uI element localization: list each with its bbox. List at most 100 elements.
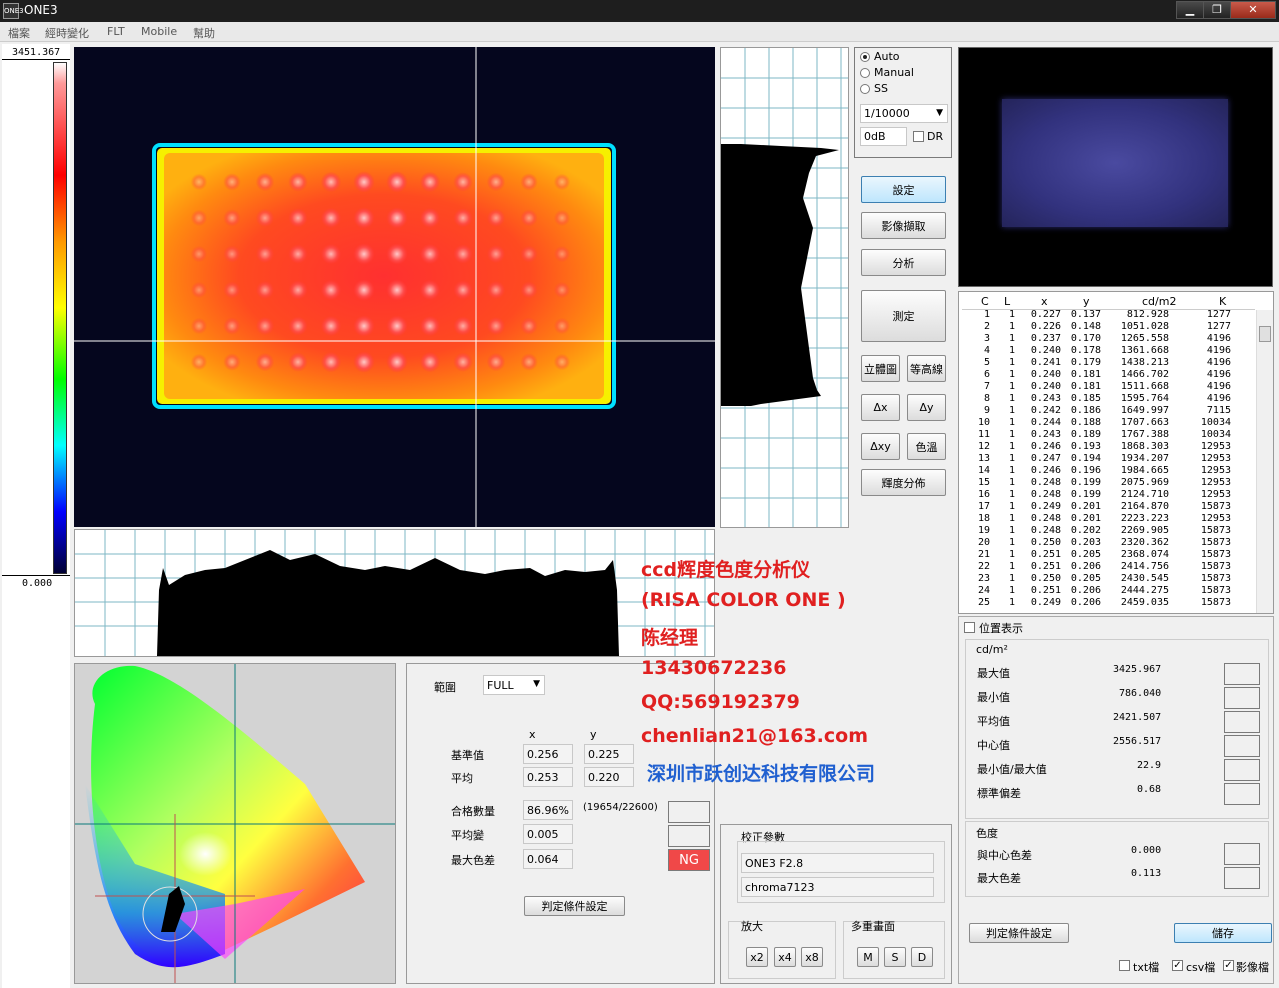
radio-auto[interactable] [860, 52, 870, 62]
preview-panel-image [1002, 99, 1228, 227]
overlay-contact-name: 陈经理 [641, 627, 699, 649]
table-row[interactable]: 22 1 0.251 0.206 2414.756 15873 [963, 561, 1256, 573]
stats-judge-settings-button[interactable]: 判定條件設定 [969, 923, 1069, 943]
analyze-button[interactable]: 分析 [861, 249, 946, 276]
capture-button[interactable]: 影像擷取 [861, 212, 946, 239]
table-row[interactable]: 4 1 0.240 0.178 1361.668 4196 [963, 345, 1256, 357]
table-row[interactable]: 25 1 0.249 0.206 2459.035 15873 [963, 597, 1256, 609]
gain-field[interactable]: 0dB [860, 127, 907, 146]
table-row[interactable]: 12 1 0.246 0.193 1868.303 12953 [963, 441, 1256, 453]
menu-file[interactable]: 檔案 [8, 25, 30, 41]
table-row[interactable]: 5 1 0.241 0.179 1438.213 4196 [963, 357, 1256, 369]
settings-button[interactable]: 設定 [861, 176, 946, 203]
stat-max-indicator [1224, 663, 1260, 685]
color-temp-button[interactable]: 色溫 [907, 433, 946, 460]
table-row[interactable]: 7 1 0.240 0.181 1511.668 4196 [963, 381, 1256, 393]
zoom-x8-button[interactable]: x8 [801, 947, 823, 967]
table-cell: 0.248 [1030, 489, 1061, 500]
table-row[interactable]: 19 1 0.248 0.202 2269.905 15873 [963, 525, 1256, 537]
table-cell: 12953 [1200, 477, 1231, 488]
multi-view-s-button[interactable]: S [884, 947, 906, 967]
cie-chromaticity-diagram[interactable] [74, 663, 396, 984]
table-row[interactable]: 8 1 0.243 0.185 1595.764 4196 [963, 393, 1256, 405]
table-cell: 0.185 [1070, 393, 1101, 404]
measure-button[interactable]: 測定 [861, 290, 946, 342]
menu-help[interactable]: 幫助 [193, 25, 215, 41]
col-y-label: y [590, 728, 597, 741]
table-row[interactable]: 2 1 0.226 0.148 1051.028 1277 [963, 321, 1256, 333]
range-select[interactable]: FULL ▼ [483, 675, 545, 695]
table-cell: 15873 [1200, 525, 1231, 536]
heatmap-svg [74, 47, 715, 527]
table-row[interactable]: 6 1 0.240 0.181 1466.702 4196 [963, 369, 1256, 381]
table-row[interactable]: 20 1 0.250 0.203 2320.362 15873 [963, 537, 1256, 549]
col-header-x: x [1041, 295, 1048, 308]
table-cell: 22 [977, 561, 990, 572]
radio-manual[interactable] [860, 68, 870, 78]
delta-x-button[interactable]: Δx [861, 394, 900, 421]
table-row[interactable]: 11 1 0.243 0.189 1767.388 10034 [963, 429, 1256, 441]
hotspot [353, 243, 375, 265]
zoom-x4-button[interactable]: x4 [774, 947, 796, 967]
multi-view-m-button[interactable]: M [857, 947, 879, 967]
table-scrollbar[interactable] [1256, 310, 1273, 613]
stat-stddev-value: 0.68 [1137, 784, 1162, 795]
table-row[interactable]: 15 1 0.248 0.199 2075.969 12953 [963, 477, 1256, 489]
position-display-checkbox[interactable] [964, 622, 975, 633]
multi-view-d-button[interactable]: D [911, 947, 933, 967]
hotspot [288, 280, 308, 300]
table-cell: 1 [1008, 501, 1015, 512]
luminance-distribution-button[interactable]: 輝度分佈 [861, 469, 946, 496]
export-txt-checkbox[interactable] [1119, 960, 1130, 971]
table-cell: 1 [1008, 381, 1015, 392]
table-row[interactable]: 21 1 0.251 0.205 2368.074 15873 [963, 549, 1256, 561]
stat-min-indicator [1224, 687, 1260, 709]
table-cell: 2223.223 [1120, 513, 1169, 524]
save-button[interactable]: 儲存 [1174, 923, 1272, 943]
delta-y-button[interactable]: Δy [907, 394, 946, 421]
stat-stddev-indicator [1224, 783, 1260, 805]
contour-button[interactable]: 等高線 [907, 355, 946, 382]
table-row[interactable]: 17 1 0.249 0.201 2164.870 15873 [963, 501, 1256, 513]
menu-flt[interactable]: FLT [107, 25, 125, 38]
table-row[interactable]: 18 1 0.248 0.201 2223.223 12953 [963, 513, 1256, 525]
table-row[interactable]: 16 1 0.248 0.199 2124.710 12953 [963, 489, 1256, 501]
menu-time-change[interactable]: 經時變化 [45, 25, 89, 41]
zoom-x2-button[interactable]: x2 [746, 947, 768, 967]
table-scroll-thumb[interactable] [1259, 326, 1271, 342]
table-cell: 1767.388 [1120, 429, 1169, 440]
table-cell: 15873 [1200, 597, 1231, 608]
luminance-heatmap[interactable] [74, 47, 715, 527]
table-row[interactable]: 9 1 0.242 0.186 1649.997 7115 [963, 405, 1256, 417]
hotspot [553, 281, 571, 299]
dr-checkbox[interactable] [913, 131, 924, 142]
table-row[interactable]: 10 1 0.244 0.188 1707.663 10034 [963, 417, 1256, 429]
cie-white-point [155, 794, 275, 894]
radio-ss[interactable] [860, 84, 870, 94]
close-button[interactable]: ✕ [1230, 1, 1276, 19]
stereo-button[interactable]: 立體圖 [861, 355, 900, 382]
table-row[interactable]: 14 1 0.246 0.196 1984.665 12953 [963, 465, 1256, 477]
hotspot [419, 315, 441, 337]
pass-indicator [668, 801, 710, 823]
table-row[interactable]: 1 1 0.227 0.137 812.928 1277 [963, 309, 1256, 321]
table-cell: 1466.702 [1120, 369, 1169, 380]
table-row[interactable]: 13 1 0.247 0.194 1934.207 12953 [963, 453, 1256, 465]
position-display-label: 位置表示 [979, 622, 1023, 635]
table-row[interactable]: 23 1 0.250 0.205 2430.545 15873 [963, 573, 1256, 585]
evaluation-judge-settings-button[interactable]: 判定條件設定 [524, 896, 625, 916]
export-csv-checkbox[interactable]: ✓ [1172, 960, 1183, 971]
export-image-checkbox[interactable]: ✓ [1223, 960, 1234, 971]
minimize-button[interactable]: ▁ [1176, 1, 1204, 19]
restore-button[interactable]: ❐ [1203, 1, 1231, 19]
table-cell: 17 [977, 501, 990, 512]
shutter-select[interactable]: 1/10000 ▼ [860, 104, 948, 123]
delta-xy-button[interactable]: Δxy [861, 433, 900, 460]
table-row[interactable]: 3 1 0.237 0.170 1265.558 4196 [963, 333, 1256, 345]
table-row[interactable]: 24 1 0.251 0.206 2444.275 15873 [963, 585, 1256, 597]
menu-mobile[interactable]: Mobile [141, 25, 177, 38]
stat-min-value: 786.040 [1119, 688, 1162, 699]
chroma-title: 色度 [976, 827, 998, 840]
calibration-panel: 校正參數 ONE3 F2.8 chroma7123 放大 x2 x4 x8 多重… [720, 824, 952, 984]
table-cell: 4196 [1206, 357, 1231, 368]
